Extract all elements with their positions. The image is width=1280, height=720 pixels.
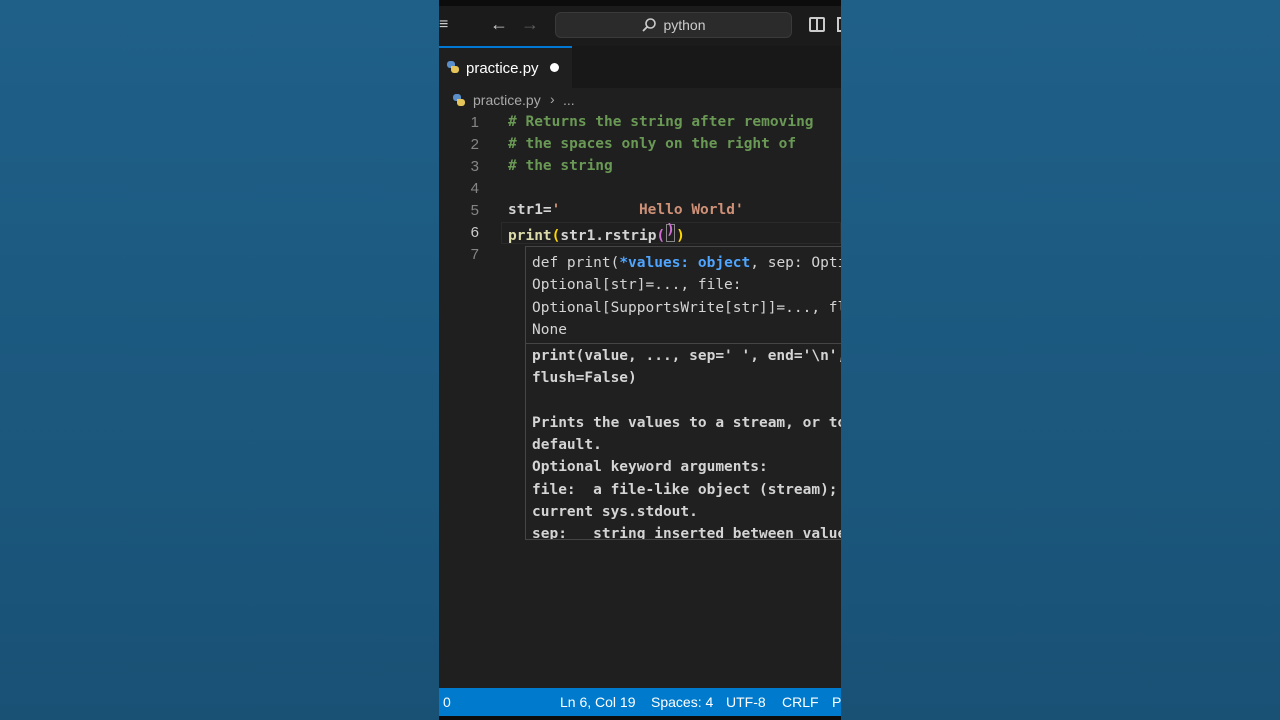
variable-token: str1= [508,202,552,218]
tab-label: practice.py [466,60,539,77]
language-mode[interactable]: Python [832,694,841,710]
code-text: # the string [508,158,613,174]
breadcrumb-separator-icon: › [550,91,555,107]
text-cursor: ) [666,222,676,242]
status-bar: 0 Ln 6, Col 19 Spaces: 4 UTF-8 CRLF Pyth… [439,688,841,716]
line-number: 5 [470,202,479,219]
line-number: 3 [470,158,479,175]
code-editor[interactable]: 1 # Returns the string after removing 2 … [439,112,841,687]
line-number: 7 [470,246,479,263]
doc-line: flush=False) [532,370,637,387]
code-line: 3 # the string [439,156,841,178]
tab-practice-py[interactable]: practice.py [439,46,572,88]
active-parameter: *values: object [619,255,751,271]
search-text: python [663,17,706,33]
line-number: 2 [470,136,479,153]
code-text: # Returns the string after removing [508,114,814,130]
signature-text: Optional[SupportsWrite[str]]=..., flush:… [532,299,841,316]
signature: def print(*values: object, sep: Optional… [532,252,841,341]
function-token: print [508,228,552,244]
cursor-position[interactable]: Ln 6, Col 19 [560,694,636,710]
back-arrow-icon[interactable]: ← [490,14,508,35]
toggle-panel-icon[interactable] [809,17,825,32]
code-text: print(str1.rstrip()) [508,222,685,244]
breadcrumb-symbols[interactable]: ... [563,92,575,108]
code-text: # the spaces only on the right of [508,136,797,152]
line-ending[interactable]: CRLF [782,694,819,710]
background-right [841,0,1280,720]
string-token: ' Hello World' [551,202,744,218]
indentation[interactable]: Spaces: 4 [651,694,713,710]
python-file-icon [453,94,465,106]
signature-text: def print( [532,255,620,271]
line-number: 4 [470,180,479,197]
menu-icon[interactable]: ≡ [439,16,448,34]
doc-line: default. [532,437,602,454]
doc-line: Prints the values to a stream, or to sys… [532,414,841,431]
signature-text: None [532,321,567,338]
argument-token: str1.rstrip [560,228,657,244]
docstring: print(value, ..., sep=' ', end='\n', fil… [532,345,841,540]
code-line: 2 # the spaces only on the right of [439,134,841,156]
code-line-active: 6 print(str1.rstrip()) [439,222,841,244]
search-icon [642,18,657,32]
forward-arrow-icon[interactable]: → [521,14,539,35]
doc-line: sep: string inserted between values, def… [532,526,841,540]
signature-help-popup[interactable]: def print(*values: object, sep: Optional… [525,246,841,540]
code-text: str1=' Hello World' [508,202,744,218]
line-number: 1 [470,114,479,131]
divider [526,343,841,344]
doc-line: current sys.stdout. [532,504,698,521]
breadcrumb: practice.py › ... [439,88,841,112]
signature-text: , sep: Optional[str]=..., [750,255,841,271]
bottom-edge [439,716,841,720]
command-center-search[interactable]: python [555,12,792,38]
layout-icon[interactable] [837,17,841,32]
signature-text: Optional[str]=..., file: [532,277,742,294]
vscode-window: ≡ ← → python practice.py practice.py › .… [439,0,841,720]
title-bar: ≡ ← → python [439,6,841,46]
doc-line: print(value, ..., sep=' ', end='\n', fil… [532,348,841,364]
background-left [0,0,439,720]
paren-token: ) [676,228,685,244]
code-line: 5 str1=' Hello World' [439,200,841,222]
doc-line: file: a file-like object (stream); defau… [532,481,838,498]
doc-line: Optional keyword arguments: [532,459,768,476]
encoding[interactable]: UTF-8 [726,694,766,710]
tab-bar: practice.py [439,46,841,88]
unsaved-dot-icon[interactable] [550,63,559,72]
problems-count[interactable]: 0 [443,694,451,710]
python-file-icon [447,61,459,73]
line-number: 6 [470,224,479,241]
code-line: 1 # Returns the string after removing [439,112,841,134]
code-line: 4 [439,178,841,200]
breadcrumb-file[interactable]: practice.py [473,92,541,108]
